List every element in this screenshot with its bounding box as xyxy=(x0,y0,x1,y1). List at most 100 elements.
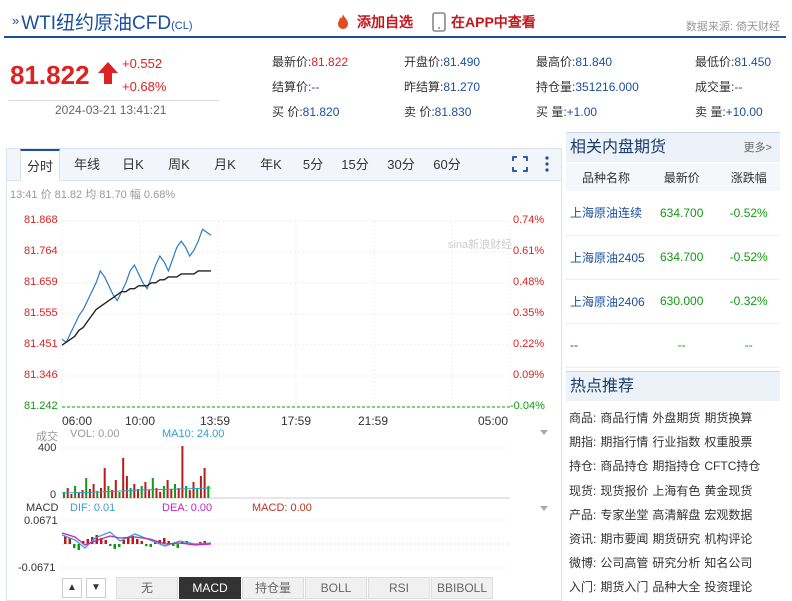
quote-field: 持仓量:351216.000 xyxy=(536,78,639,95)
macd-bar xyxy=(77,544,80,550)
hot-link[interactable]: 外盘期货 xyxy=(652,411,700,425)
volume-bar xyxy=(196,488,199,498)
macd-value: MACD: 0.00 xyxy=(252,502,312,514)
hot-link[interactable]: 公司高管 xyxy=(600,556,648,570)
future-name[interactable]: 上海原油2406 xyxy=(566,279,646,324)
hot-link[interactable]: 知名公司 xyxy=(704,556,752,570)
related-futures-title: 相关内盘期货 xyxy=(570,139,667,156)
hot-row: 持仓: 商品持仓 期指持仓 CFTC持仓 xyxy=(569,457,760,474)
indicator-tab[interactable]: BOLL xyxy=(305,577,367,599)
future-change: -0.52% xyxy=(717,191,780,236)
hot-link[interactable]: 期指行情 xyxy=(600,435,648,449)
indicator-tab[interactable]: BBIBOLL xyxy=(431,577,493,599)
macd-bar xyxy=(118,544,121,547)
volume-value: VOL: 0.00 xyxy=(70,428,120,440)
tab-1[interactable]: 年线 xyxy=(67,149,107,181)
quote-field-label: 开盘价: xyxy=(404,55,444,69)
y-axis-tick-right: 0.48% xyxy=(513,276,545,288)
hot-link[interactable]: 宏观数据 xyxy=(704,508,752,522)
hot-row: 资讯: 期市要闻 期货研究 机构评论 xyxy=(569,530,752,547)
future-name[interactable]: 上海原油连续 xyxy=(566,191,646,236)
related-futures-table: 品种名称 最新价 涨跌幅 上海原油连续 634.700 -0.52% 上海原油2405 63… xyxy=(566,163,780,368)
future-name[interactable]: 上海原油2405 xyxy=(566,235,646,280)
quote-field-label: 买 价: xyxy=(272,105,303,119)
quote-field-label: 昨结算: xyxy=(404,80,444,94)
macd-bar xyxy=(176,544,179,548)
tab-7[interactable]: 15分 xyxy=(335,149,375,181)
tab-3[interactable]: 周K xyxy=(159,149,199,181)
hot-link[interactable]: 商品行情 xyxy=(600,411,648,425)
tab-9[interactable]: 60分 xyxy=(427,149,467,181)
hot-link[interactable]: 行业指数 xyxy=(652,435,700,449)
volume-bar xyxy=(162,486,165,498)
quote-field-value: 81.830 xyxy=(434,105,472,119)
future-change: -0.32% xyxy=(717,279,780,324)
indicator-tabs: 无 MACD 持仓量 BOLL RSI BBIBOLL xyxy=(116,577,494,599)
volume-bar xyxy=(181,446,184,498)
y-axis-tick-left: 81.555 xyxy=(24,307,58,319)
indicator-tab[interactable]: 无 xyxy=(116,577,178,599)
hot-link[interactable]: 期市要闻 xyxy=(600,532,648,546)
tab-2[interactable]: 日K xyxy=(113,149,153,181)
hot-link[interactable]: 研究分析 xyxy=(652,556,700,570)
hot-link[interactable]: 上海有色 xyxy=(652,484,700,498)
indicator-tab[interactable]: 持仓量 xyxy=(242,577,304,599)
quote-field: 买 量:+1.00 xyxy=(536,103,597,120)
hot-link[interactable]: 投资理论 xyxy=(704,580,752,594)
quote-field: 开盘价:81.490 xyxy=(404,53,480,70)
x-axis-tick: 13:59 xyxy=(200,414,231,428)
hot-link[interactable]: 机构评论 xyxy=(704,532,752,546)
quote-field-label: 成交量: xyxy=(695,80,735,94)
macd-y-min: -0.0671 xyxy=(18,562,56,574)
hot-row: 入门: 期货入门 品种大全 投资理论 xyxy=(569,578,752,595)
tab-5[interactable]: 年K xyxy=(251,149,291,181)
quote-field: 最高价:81.840 xyxy=(536,53,612,70)
y-axis-tick-right: 0.35% xyxy=(513,307,545,319)
hot-row: 现货: 现货报价 上海有色 黄金现货 xyxy=(569,482,752,499)
hot-link[interactable]: 品种大全 xyxy=(652,580,700,594)
pane-menu-icon xyxy=(540,506,548,511)
macd-label: MACD xyxy=(26,502,59,514)
quote-field: 最低价:81.450 xyxy=(695,53,771,70)
scroll-up-button[interactable]: ▲ xyxy=(62,578,82,598)
hot-link[interactable]: 黄金现货 xyxy=(704,484,752,498)
related-futures-header: 相关内盘期货 更多> xyxy=(566,132,780,162)
hot-link[interactable]: 现货报价 xyxy=(600,484,648,498)
macd-bar xyxy=(172,544,175,546)
indicator-tab[interactable]: MACD xyxy=(179,577,241,599)
scroll-down-button[interactable]: ▼ xyxy=(86,578,106,598)
hot-link[interactable]: 期货入门 xyxy=(600,580,648,594)
macd-bar xyxy=(73,544,76,548)
quote-field-label: 最低价: xyxy=(695,55,735,69)
table-header-cell: 最新价 xyxy=(646,163,718,191)
macd-dif: DIF: 0.01 xyxy=(70,502,116,514)
x-axis-tick: 21:59 xyxy=(358,414,389,428)
volume-bar xyxy=(125,476,128,498)
table-row[interactable]: 上海原油2406 630.000 -0.32% xyxy=(566,279,780,324)
macd-bar xyxy=(113,544,116,549)
y-axis-tick-left: 81.451 xyxy=(24,338,58,350)
hot-link[interactable]: 商品持仓 xyxy=(600,459,648,473)
macd-y-max: 0.0671 xyxy=(24,515,58,527)
table-row[interactable]: 上海原油连续 634.700 -0.52% xyxy=(566,191,780,236)
table-row[interactable]: 上海原油2405 634.700 -0.52% xyxy=(566,235,780,280)
hot-link[interactable]: 高清解盘 xyxy=(652,508,700,522)
table-header-cell: 涨跌幅 xyxy=(717,163,780,191)
hot-link[interactable]: 期货研究 xyxy=(652,532,700,546)
more-link[interactable]: 更多> xyxy=(744,133,780,163)
indicator-tab[interactable]: RSI xyxy=(368,577,430,599)
quote-field-label: 结算价: xyxy=(272,80,312,94)
future-name[interactable]: -- xyxy=(566,323,646,368)
hot-link[interactable]: 专家坐堂 xyxy=(600,508,648,522)
tab-6[interactable]: 5分 xyxy=(297,149,329,181)
tab-0[interactable]: 分时 xyxy=(20,149,60,181)
hot-link[interactable]: 权重股票 xyxy=(704,435,752,449)
hot-link[interactable]: CFTC持仓 xyxy=(704,459,760,473)
table-row[interactable]: -- -- -- xyxy=(566,323,780,368)
tab-4[interactable]: 月K xyxy=(205,149,245,181)
y-axis-tick-left: 81.242 xyxy=(24,400,58,412)
hot-link[interactable]: 期指持仓 xyxy=(652,459,700,473)
hot-link[interactable]: 期货换算 xyxy=(704,411,752,425)
future-price: -- xyxy=(646,323,718,368)
tab-8[interactable]: 30分 xyxy=(381,149,421,181)
